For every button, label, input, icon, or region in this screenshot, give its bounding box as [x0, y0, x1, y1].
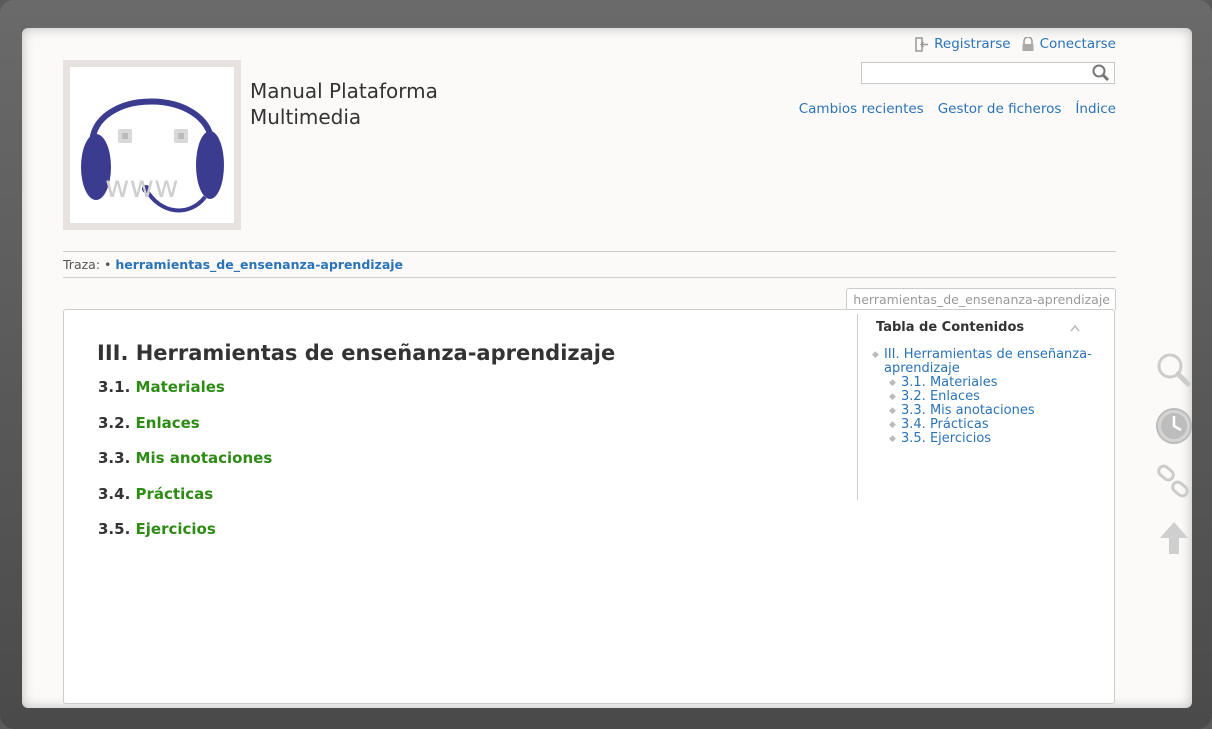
breadcrumb: Traza: • herramientas_de_ensenanza-apren… — [63, 257, 403, 272]
toc-link[interactable]: 3.3. Mis anotaciones — [901, 404, 1035, 418]
section-link-enlaces[interactable]: Enlaces — [136, 414, 200, 432]
wiki-page: www Manual Plataforma Multimedia Registr… — [22, 28, 1192, 708]
logo-text: www — [105, 170, 179, 205]
section-number: 3.3. — [98, 449, 131, 467]
section-list: 3.1. Materiales 3.2. Enlaces 3.3. Mis an… — [98, 377, 272, 555]
section-heading: 3.5. Ejercicios — [98, 519, 272, 555]
page-content: III. Herramientas de enseñanza-aprendiza… — [63, 309, 1115, 704]
toc-title[interactable]: Tabla de Contenidos — [876, 320, 1024, 335]
toc-link[interactable]: 3.5. Ejercicios — [901, 432, 991, 446]
headset-logo-icon: www — [81, 98, 224, 213]
toc-item: ◆ 3.1. Materiales — [889, 376, 1104, 390]
page-tools — [1154, 350, 1200, 574]
register-link-wrap[interactable]: Registrarse — [915, 36, 1011, 52]
arrow-up-icon[interactable] — [1154, 518, 1194, 558]
lock-icon — [1022, 36, 1034, 51]
toc-sublist: ◆ 3.1. Materiales ◆ 3.2. Enlaces ◆ 3.3. … — [872, 376, 1104, 446]
window-frame: www Manual Plataforma Multimedia Registr… — [0, 0, 1212, 729]
bullet-icon: ◆ — [872, 350, 879, 360]
toc-item: ◆ 3.2. Enlaces — [889, 390, 1104, 404]
section-number: 3.2. — [98, 413, 131, 432]
recent-changes-link[interactable]: Cambios recientes — [799, 101, 924, 117]
toc-link[interactable]: 3.4. Prácticas — [901, 418, 989, 432]
section-number: 3.5. — [98, 520, 131, 538]
media-manager-link[interactable]: Gestor de ficheros — [938, 101, 1062, 117]
site-logo[interactable]: www — [63, 60, 241, 230]
bullet-icon: ◆ — [889, 406, 896, 416]
section-link-anotaciones[interactable]: Mis anotaciones — [136, 449, 273, 467]
section-link-ejercicios[interactable]: Ejercicios — [136, 520, 216, 538]
section-link-materiales[interactable]: Materiales — [136, 378, 225, 396]
toc-item: ◆ III. Herramientas de enseñanza-aprendi… — [872, 348, 1104, 376]
search-icon[interactable] — [1091, 63, 1111, 83]
table-of-contents: Tabla de Contenidos ◆ III. Herramientas … — [857, 314, 1108, 500]
search-box — [861, 62, 1115, 84]
toc-link[interactable]: 3.2. Enlaces — [901, 390, 980, 404]
site-tools: Cambios recientes Gestor de ficheros Índ… — [799, 101, 1116, 117]
divider — [63, 251, 1116, 252]
toc-item: ◆ 3.5. Ejercicios — [889, 432, 1104, 446]
page-heading: III. Herramientas de enseñanza-aprendiza… — [97, 341, 616, 365]
magnifier-icon[interactable] — [1154, 350, 1194, 390]
page-id-tab: herramientas_de_ensenanza-aprendizaje — [846, 288, 1116, 310]
site-title[interactable]: Manual Plataforma Multimedia — [250, 78, 480, 130]
search-input[interactable] — [862, 64, 1091, 82]
breadcrumb-link[interactable]: herramientas_de_ensenanza-aprendizaje — [115, 257, 403, 272]
bullet-icon: ◆ — [889, 420, 896, 430]
toc-item: ◆ 3.3. Mis anotaciones — [889, 404, 1104, 418]
section-heading: 3.1. Materiales — [98, 377, 272, 413]
section-heading: 3.2. Enlaces — [98, 413, 272, 449]
toc-list: ◆ III. Herramientas de enseñanza-aprendi… — [872, 348, 1104, 446]
breadcrumb-label: Traza: — [63, 257, 101, 272]
breadcrumb-bullet: • — [104, 257, 112, 272]
divider — [63, 277, 1116, 278]
login-link[interactable]: Conectarse — [1040, 36, 1116, 52]
login-link-wrap[interactable]: Conectarse — [1021, 36, 1116, 52]
toc-link[interactable]: 3.1. Materiales — [901, 376, 998, 390]
register-link[interactable]: Registrarse — [934, 36, 1010, 52]
toc-item: ◆ 3.4. Prácticas — [889, 418, 1104, 432]
bullet-icon: ◆ — [889, 392, 896, 402]
login-icon — [915, 36, 929, 52]
section-number: 3.1. — [98, 378, 131, 396]
index-link[interactable]: Índice — [1075, 101, 1116, 117]
section-heading: 3.3. Mis anotaciones — [98, 448, 272, 484]
clock-icon[interactable] — [1154, 406, 1194, 446]
section-link-practicas[interactable]: Prácticas — [136, 485, 214, 503]
site-title-text[interactable]: Manual Plataforma Multimedia — [250, 78, 480, 130]
bullet-icon: ◆ — [889, 434, 896, 444]
toc-link[interactable]: III. Herramientas de enseñanza-aprendiza… — [884, 348, 1104, 376]
user-tools: Registrarse Conectarse — [915, 36, 1116, 52]
bullet-icon: ◆ — [889, 378, 896, 388]
chevron-up-icon[interactable] — [1069, 322, 1081, 334]
section-number: 3.4. — [98, 484, 131, 503]
section-heading: 3.4. Prácticas — [98, 484, 272, 520]
link-icon[interactable] — [1154, 462, 1194, 502]
